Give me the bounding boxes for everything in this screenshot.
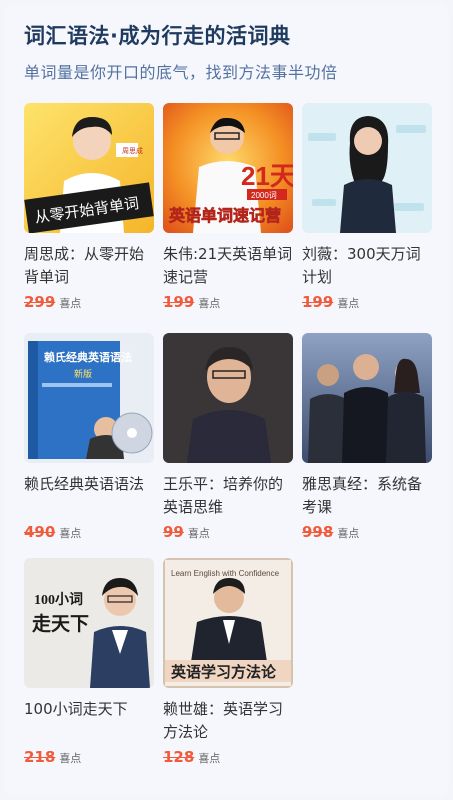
course-card[interactable]: 赖氏经典英语语法 新版 赖氏经典英语语法 490 喜点 [24, 333, 154, 541]
price-unit: 喜点 [337, 297, 360, 310]
course-cover[interactable]: 21天 2000词 英语单词速记营 [163, 103, 293, 233]
price-unit: 喜点 [59, 527, 82, 540]
course-card[interactable]: 刘薇：300天万词计划 199 喜点 [302, 103, 432, 311]
course-card[interactable]: Learn English with Confidence 英语学习方法论 赖世… [163, 558, 293, 766]
price-unit: 喜点 [59, 752, 82, 765]
price-row: 128 喜点 [163, 748, 293, 766]
price-row: 99 喜点 [163, 523, 293, 541]
course-price: 99 [163, 523, 184, 541]
course-cover[interactable] [302, 333, 432, 463]
course-card[interactable]: 从零开始背单词 周思成 周思成：从零开始背单词 299 喜点 [24, 103, 154, 311]
course-price: 199 [163, 293, 195, 311]
course-name[interactable]: 100小词走天下 [24, 698, 154, 744]
cover-badge: 周思成 [122, 146, 143, 155]
price-row: 218 喜点 [24, 748, 154, 766]
price-row: 199 喜点 [163, 293, 293, 311]
course-card[interactable]: 王乐平：培养你的英语思维 99 喜点 [163, 333, 293, 541]
course-price: 128 [163, 748, 195, 766]
cover-sub: 走天下 [32, 613, 89, 635]
price-row: 299 喜点 [24, 293, 154, 311]
cover-text: 100小词 [34, 592, 83, 608]
course-price: 299 [24, 293, 56, 311]
course-cover[interactable] [302, 103, 432, 233]
course-price: 490 [24, 523, 56, 541]
cover-sub: 新版 [74, 368, 92, 379]
price-unit: 喜点 [187, 527, 210, 540]
cover-sub: 2000词 [251, 191, 277, 200]
course-cover[interactable]: Learn English with Confidence 英语学习方法论 [163, 558, 293, 688]
course-name[interactable]: 周思成：从零开始背单词 [24, 243, 154, 289]
course-cover[interactable]: 从零开始背单词 周思成 [24, 103, 154, 233]
course-price: 218 [24, 748, 56, 766]
price-unit: 喜点 [337, 527, 360, 540]
price-unit: 喜点 [198, 752, 221, 765]
course-card[interactable]: 雅思真经：系统备考课 998 喜点 [302, 333, 432, 541]
course-name[interactable]: 雅思真经：系统备考课 [302, 473, 432, 519]
course-price: 998 [302, 523, 334, 541]
course-name[interactable]: 赖世雄：英语学习方法论 [163, 698, 293, 744]
course-card[interactable]: 21天 2000词 英语单词速记营 朱伟:21天英语单词速记营 199 喜点 [163, 103, 293, 311]
price-row: 199 喜点 [302, 293, 432, 311]
course-name[interactable]: 赖氏经典英语语法 [24, 473, 154, 519]
cover-text: 英语学习方法论 [171, 663, 277, 681]
price-row: 998 喜点 [302, 523, 432, 541]
course-cover[interactable] [163, 333, 293, 463]
price-row: 490 喜点 [24, 523, 154, 541]
course-name[interactable]: 朱伟:21天英语单词速记营 [163, 243, 293, 289]
cover-badge: 21天 [241, 161, 293, 191]
price-unit: 喜点 [59, 297, 82, 310]
course-price: 199 [302, 293, 334, 311]
course-cover[interactable]: 赖氏经典英语语法 新版 [24, 333, 154, 463]
page: 词汇语法·成为行走的活词典 单词量是你开口的底气，找到方法事半功倍 从零开始背单… [0, 0, 453, 800]
price-unit: 喜点 [198, 297, 221, 310]
course-cover[interactable]: 100小词 走天下 [24, 558, 154, 688]
cover-top: Learn English with Confidence [171, 569, 280, 578]
course-grid: 从零开始背单词 周思成 周思成：从零开始背单词 299 喜点 21天 2000词… [0, 0, 453, 800]
cover-text: 赖氏经典英语语法 [44, 350, 132, 364]
course-name[interactable]: 王乐平：培养你的英语思维 [163, 473, 293, 519]
course-name[interactable]: 刘薇：300天万词计划 [302, 243, 432, 289]
course-card[interactable]: 100小词 走天下 100小词走天下 218 喜点 [24, 558, 154, 766]
cover-text: 英语单词速记营 [168, 206, 281, 225]
